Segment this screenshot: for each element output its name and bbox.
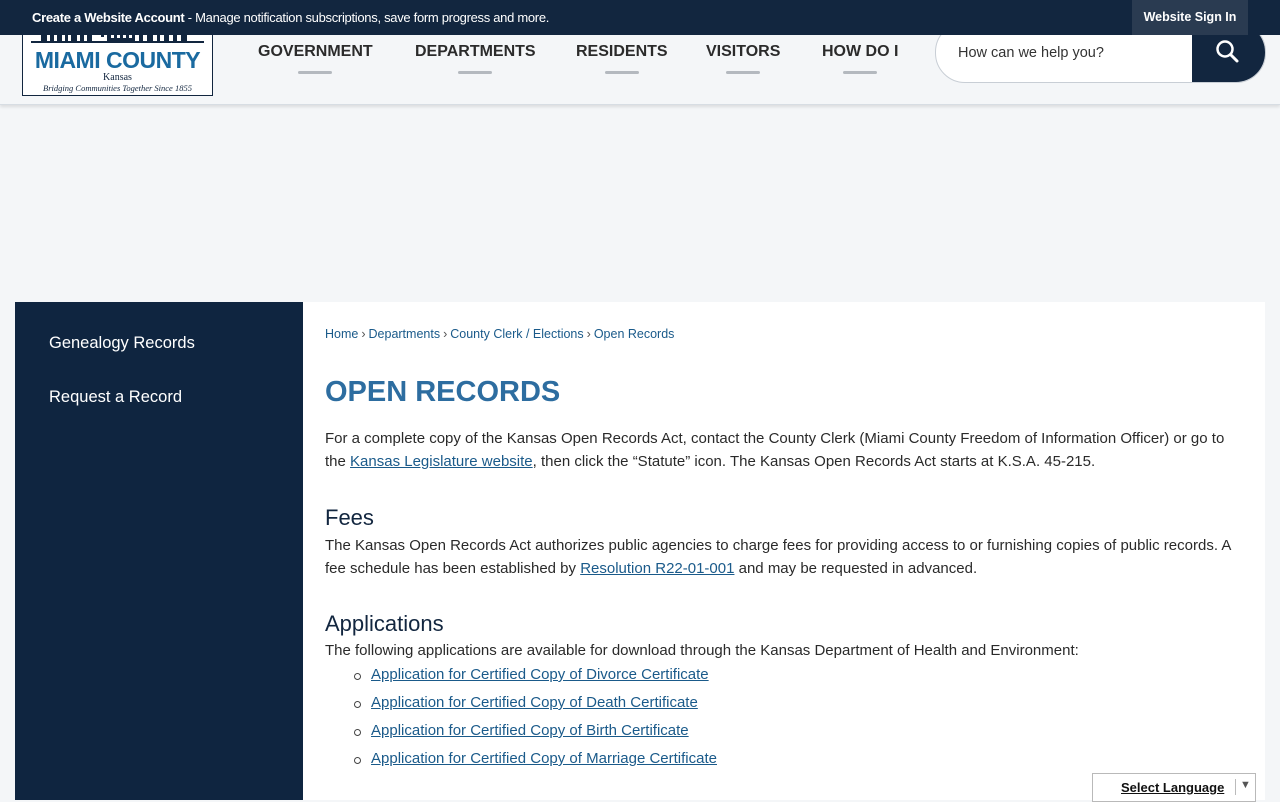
breadcrumb-separator: › xyxy=(361,327,366,341)
breadcrumb-departments[interactable]: Departments xyxy=(369,327,441,341)
list-item: Application for Certified Copy of Divorc… xyxy=(354,666,717,694)
intro-text-end: , then click the “Statute” icon. The Kan… xyxy=(532,452,1096,470)
chevron-down-icon[interactable]: ▼ xyxy=(1235,779,1251,795)
breadcrumb-separator: › xyxy=(443,327,448,341)
nav-visitors[interactable]: VISITORS xyxy=(706,43,781,74)
county-logo[interactable]: MIAMI COUNTY Kansas Bridging Communities… xyxy=(22,26,213,96)
website-sign-in-button[interactable]: Website Sign In xyxy=(1132,0,1248,35)
divorce-certificate-link[interactable]: Application for Certified Copy of Divorc… xyxy=(371,666,709,683)
logo-state: Kansas xyxy=(103,72,132,83)
kansas-legislature-link[interactable]: Kansas Legislature website xyxy=(350,453,533,470)
create-account-link[interactable]: Create a Website Account xyxy=(32,10,185,25)
nav-visitors-label: VISITORS xyxy=(706,43,781,60)
account-message[interactable]: Create a Website Account - Manage notifi… xyxy=(32,10,549,25)
list-item: Application for Certified Copy of Birth … xyxy=(354,722,717,750)
sidebar-nav: Genealogy Records Request a Record xyxy=(15,302,303,800)
nav-residents[interactable]: RESIDENTS xyxy=(576,43,668,74)
breadcrumb-county-clerk[interactable]: County Clerk / Elections xyxy=(450,327,583,341)
list-item: Application for Certified Copy of Marria… xyxy=(354,750,717,778)
resolution-link[interactable]: Resolution R22-01-001 xyxy=(580,560,734,577)
logo-county-name: MIAMI COUNTY xyxy=(34,47,201,73)
list-item: Application for Certified Copy of Death … xyxy=(354,694,717,722)
page-title: OPEN RECORDS xyxy=(325,376,561,408)
applications-list: Application for Certified Copy of Divorc… xyxy=(354,666,717,778)
select-language-label[interactable]: Select Language xyxy=(1121,780,1224,795)
fees-heading: Fees xyxy=(325,505,374,530)
intro-paragraph: For a complete copy of the Kansas Open R… xyxy=(325,428,1240,473)
applications-intro: The following applications are available… xyxy=(325,642,1079,659)
marriage-certificate-link[interactable]: Application for Certified Copy of Marria… xyxy=(371,750,717,767)
breadcrumb-home[interactable]: Home xyxy=(325,327,358,341)
logo-tagline: Bridging Communities Together Since 1855 xyxy=(43,83,192,93)
account-message-text: - Manage notification subscriptions, sav… xyxy=(184,10,550,25)
nav-how-do-i[interactable]: HOW DO I xyxy=(822,43,899,74)
applications-heading: Applications xyxy=(325,611,444,636)
breadcrumb-separator: › xyxy=(586,327,591,341)
sidebar-item-genealogy-records[interactable]: Genealogy Records xyxy=(49,334,195,353)
nav-government-label: GOVERNMENT xyxy=(258,43,373,60)
nav-indicator xyxy=(843,71,878,74)
nav-indicator xyxy=(604,71,639,74)
top-notification-bar: Create a Website Account - Manage notifi… xyxy=(0,0,1280,35)
nav-residents-label: RESIDENTS xyxy=(576,43,668,60)
birth-certificate-link[interactable]: Application for Certified Copy of Birth … xyxy=(371,722,689,739)
death-certificate-link[interactable]: Application for Certified Copy of Death … xyxy=(371,694,698,711)
language-selector[interactable]: Select Language ▼ xyxy=(1092,773,1256,802)
nav-government[interactable]: GOVERNMENT xyxy=(258,43,373,74)
sidebar-item-request-a-record[interactable]: Request a Record xyxy=(49,388,182,407)
nav-indicator xyxy=(726,71,761,74)
breadcrumb-current[interactable]: Open Records xyxy=(594,327,675,341)
fees-paragraph: The Kansas Open Records Act authorizes p… xyxy=(325,535,1240,580)
nav-departments-label: DEPARTMENTS xyxy=(415,43,536,60)
main-content: Home › Departments › County Clerk / Election… xyxy=(303,302,1265,800)
nav-indicator xyxy=(298,71,333,74)
nav-how-do-i-label: HOW DO I xyxy=(822,43,899,60)
breadcrumb: Home › Departments › County Clerk / Election… xyxy=(325,327,674,341)
nav-departments[interactable]: DEPARTMENTS xyxy=(415,43,536,74)
fees-text-end: and may be requested in advanced. xyxy=(734,559,978,577)
nav-indicator xyxy=(458,71,493,74)
